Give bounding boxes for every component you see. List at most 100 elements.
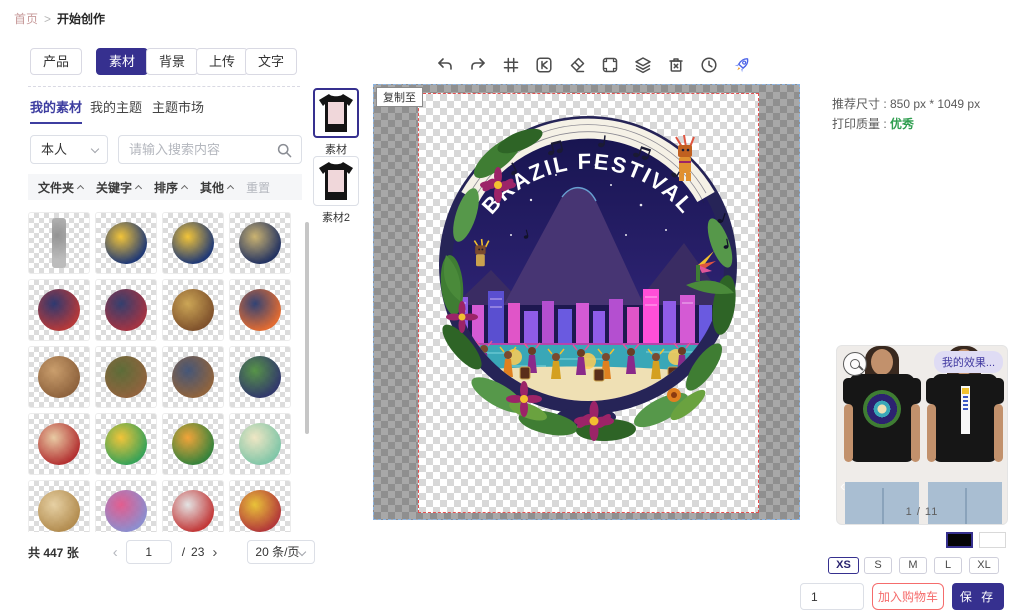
asset-thumbnail-bear-biker[interactable] <box>162 346 224 408</box>
quantity-input[interactable] <box>800 583 864 610</box>
asset-grid <box>28 212 300 532</box>
asset-thumbnail-brazil-festival-round[interactable] <box>229 346 291 408</box>
filter-bar: 文件夹 关键字 排序 其他 重置 <box>28 174 302 200</box>
caret-up-icon <box>227 185 234 192</box>
model-preview-panel[interactable]: 我的效果... ‹ 1 / 11 <box>836 345 1008 525</box>
asset-thumbnail-letter-n-badge[interactable] <box>229 212 291 274</box>
size-button-xl[interactable]: XL <box>969 557 999 574</box>
filter-folder[interactable]: 文件夹 <box>38 179 83 196</box>
filter-sort[interactable]: 排序 <box>154 179 187 196</box>
asset-art <box>38 490 80 532</box>
view-thumb-front[interactable] <box>313 88 359 138</box>
page-size-value: 20 条/页 <box>255 545 299 559</box>
asset-thumbnail-soccer-players-red[interactable] <box>28 413 90 475</box>
asset-art <box>38 289 80 331</box>
brazil-festival-design[interactable]: BRAZIL FESTIVAL <box>436 105 741 445</box>
color-swatch-black[interactable] <box>946 532 973 548</box>
preview-prev-button[interactable]: ‹ <box>840 478 845 496</box>
view-thumb-back[interactable] <box>313 156 359 206</box>
asset-art <box>38 423 80 465</box>
asset-thumbnail-bear-trophy[interactable] <box>28 346 90 408</box>
print-info: 推荐尺寸 : 850 px * 1049 px 打印质量 : 优秀 <box>832 94 980 134</box>
canvas-toolbar <box>435 55 752 75</box>
asset-art <box>172 289 214 331</box>
asset-thumbnail-football-badge[interactable] <box>28 279 90 341</box>
undo-icon[interactable] <box>435 55 455 75</box>
next-page-button[interactable]: › <box>204 544 225 561</box>
filter-reset-button[interactable]: 重置 <box>246 179 270 196</box>
subtab-my-themes[interactable]: 我的主题 <box>90 97 142 122</box>
asset-thumbnail-rugby-ball[interactable] <box>162 279 224 341</box>
filter-other[interactable]: 其他 <box>200 179 233 196</box>
layers-icon[interactable] <box>633 55 653 75</box>
asset-thumbnail-new-year-text[interactable] <box>95 480 157 532</box>
size-button-l[interactable]: L <box>934 557 962 574</box>
add-to-cart-button[interactable]: 加入购物车 <box>872 583 944 610</box>
save-button[interactable]: 保 存 <box>952 583 1004 610</box>
tab-upload[interactable]: 上传 <box>196 48 248 75</box>
asset-art <box>172 222 214 264</box>
rocket-icon[interactable] <box>732 55 752 75</box>
back-print-preview <box>961 386 970 434</box>
size-button-m[interactable]: M <box>899 557 927 574</box>
asset-thumbnail-soccer-badge-2[interactable] <box>162 212 224 274</box>
asset-thumbnail-world-cup-map[interactable] <box>229 413 291 475</box>
asset-art <box>38 356 80 398</box>
tab-text[interactable]: 文字 <box>245 48 297 75</box>
asset-thumbnail-football-helmet[interactable] <box>229 279 291 341</box>
asset-art <box>239 289 281 331</box>
design-canvas[interactable]: 复制至 <box>373 84 800 520</box>
asset-art <box>239 423 281 465</box>
page-separator: / <box>182 545 185 559</box>
clear-canvas-icon[interactable] <box>666 55 686 75</box>
tshirt-icon <box>317 92 355 134</box>
zoom-in-icon[interactable] <box>843 352 867 376</box>
search-input[interactable] <box>129 136 269 163</box>
design-editor-page: 首页>开始创作 产品 素材 背景 上传 文字 我的素材 我的主题 主题市场 本人… <box>0 0 1024 615</box>
tab-background[interactable]: 背景 <box>146 48 198 75</box>
tab-material[interactable]: 素材 <box>96 48 148 75</box>
frame-icon[interactable] <box>600 55 620 75</box>
subtab-theme-market[interactable]: 主题市场 <box>152 97 204 122</box>
size-button-s[interactable]: S <box>864 557 892 574</box>
subtab-my-materials[interactable]: 我的素材 <box>30 97 82 124</box>
breadcrumb-home[interactable]: 首页 <box>14 12 38 26</box>
asset-thumbnail-barcode-strip[interactable] <box>28 212 90 274</box>
page-size-select[interactable]: 20 条/页 <box>247 540 315 564</box>
asset-thumbnail-boss-bears[interactable] <box>95 346 157 408</box>
caret-up-icon <box>135 185 142 192</box>
asset-thumbnail-carnival-mask[interactable] <box>95 413 157 475</box>
chevron-down-icon <box>91 145 99 153</box>
total-count-label: 共 447 张 <box>28 544 79 561</box>
asset-thumbnail-american-football-badge[interactable] <box>95 279 157 341</box>
page-number-input[interactable] <box>126 540 172 564</box>
history-icon[interactable] <box>699 55 719 75</box>
asset-art <box>105 289 147 331</box>
copy-to-button[interactable]: 复制至 <box>376 87 423 107</box>
grid-scrollbar[interactable] <box>305 222 309 434</box>
search-box <box>118 135 302 164</box>
owner-select[interactable]: 本人 <box>30 135 108 164</box>
asset-thumbnail-brazil-diamond[interactable] <box>162 413 224 475</box>
asset-thumbnail-player-group[interactable] <box>162 480 224 532</box>
asset-thumbnail-carnival-parade[interactable] <box>28 480 90 532</box>
prev-page-button[interactable]: ‹ <box>105 544 126 561</box>
asset-art <box>105 222 147 264</box>
asset-thumbnail-soccer-badge-1[interactable] <box>95 212 157 274</box>
my-effects-button[interactable]: 我的效果... <box>934 351 1003 373</box>
asset-thumbnail-players-yellow-red[interactable] <box>229 480 291 532</box>
redo-icon[interactable] <box>468 55 488 75</box>
asset-art <box>172 490 214 532</box>
caret-up-icon <box>77 185 84 192</box>
grid-icon[interactable] <box>501 55 521 75</box>
size-button-xs[interactable]: XS <box>828 557 859 574</box>
asset-art <box>172 356 214 398</box>
eraser-icon[interactable] <box>567 55 587 75</box>
search-icon[interactable] <box>276 142 293 159</box>
color-swatch-white[interactable] <box>979 532 1006 548</box>
print-quality-label: 打印质量 : <box>832 117 890 131</box>
tab-product[interactable]: 产品 <box>30 48 82 75</box>
breadcrumb-separator: > <box>44 12 51 26</box>
filter-keyword[interactable]: 关键字 <box>96 179 141 196</box>
shortcut-k-icon[interactable] <box>534 55 554 75</box>
